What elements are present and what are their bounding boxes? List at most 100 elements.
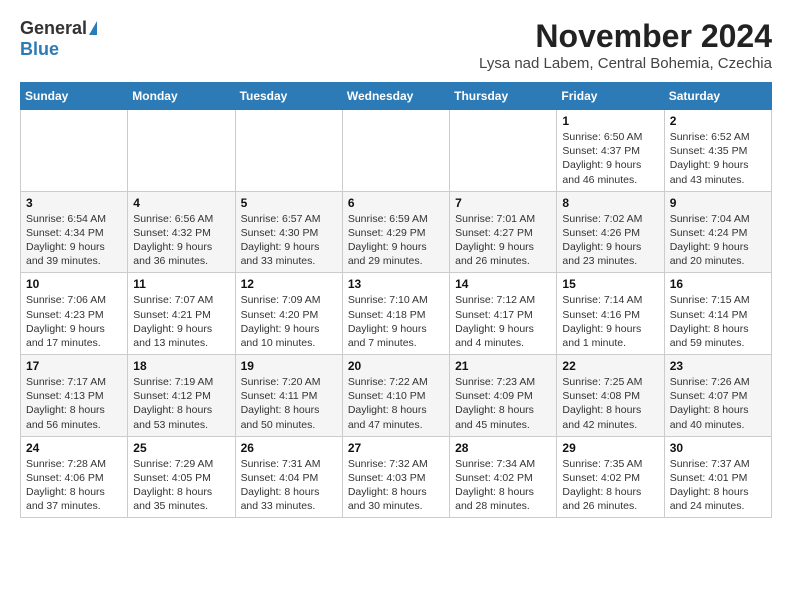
subtitle: Lysa nad Labem, Central Bohemia, Czechia: [479, 55, 772, 72]
day-info: Sunrise: 7:23 AM Sunset: 4:09 PM Dayligh…: [455, 375, 551, 432]
day-number: 29: [562, 441, 658, 455]
day-number: 8: [562, 196, 658, 210]
day-info: Sunrise: 7:12 AM Sunset: 4:17 PM Dayligh…: [455, 293, 551, 350]
calendar-cell: 16 Sunrise: 7:15 AM Sunset: 4:14 PM Dayli…: [664, 273, 771, 355]
calendar-cell: 5 Sunrise: 6:57 AM Sunset: 4:30 PM Daylig…: [235, 191, 342, 273]
day-info: Sunrise: 7:29 AM Sunset: 4:05 PM Dayligh…: [133, 457, 229, 514]
title-section: November 2024 Lysa nad Labem, Central Bo…: [479, 18, 772, 72]
calendar-cell: 28 Sunrise: 7:34 AM Sunset: 4:02 PM Dayli…: [450, 436, 557, 518]
calendar-week-4: 17 Sunrise: 7:17 AM Sunset: 4:13 PM Dayli…: [21, 355, 772, 437]
day-info: Sunrise: 7:17 AM Sunset: 4:13 PM Dayligh…: [26, 375, 122, 432]
day-number: 6: [348, 196, 444, 210]
page: General Blue November 2024 Lysa nad Labe…: [0, 0, 792, 528]
day-info: Sunrise: 7:09 AM Sunset: 4:20 PM Dayligh…: [241, 293, 337, 350]
day-info: Sunrise: 7:10 AM Sunset: 4:18 PM Dayligh…: [348, 293, 444, 350]
calendar-cell: 6Sunrise: 6:59 AM Sunset: 4:29 PM Daylig…: [342, 191, 449, 273]
day-number: 3: [26, 196, 122, 210]
header: General Blue November 2024 Lysa nad Labe…: [20, 18, 772, 72]
day-info: Sunrise: 6:57 AM Sunset: 4:30 PM Dayligh…: [241, 212, 337, 269]
calendar-cell: 21 Sunrise: 7:23 AM Sunset: 4:09 PM Dayli…: [450, 355, 557, 437]
day-number: 23: [670, 359, 766, 373]
day-number: 22: [562, 359, 658, 373]
day-info: Sunrise: 7:07 AM Sunset: 4:21 PM Dayligh…: [133, 293, 229, 350]
day-info: Sunrise: 6:52 AM Sunset: 4:35 PM Dayligh…: [670, 130, 766, 187]
logo-general: General: [20, 18, 87, 39]
calendar-cell: [128, 110, 235, 192]
day-info: Sunrise: 6:50 AM Sunset: 4:37 PM Dayligh…: [562, 130, 658, 187]
day-info: Sunrise: 7:26 AM Sunset: 4:07 PM Dayligh…: [670, 375, 766, 432]
calendar-cell: 26 Sunrise: 7:31 AM Sunset: 4:04 PM Dayli…: [235, 436, 342, 518]
day-number: 13: [348, 277, 444, 291]
calendar-cell: 3 Sunrise: 6:54 AM Sunset: 4:34 PM Daylig…: [21, 191, 128, 273]
day-number: 9: [670, 196, 766, 210]
day-info: Sunrise: 7:06 AM Sunset: 4:23 PM Dayligh…: [26, 293, 122, 350]
calendar-cell: 17 Sunrise: 7:17 AM Sunset: 4:13 PM Dayli…: [21, 355, 128, 437]
calendar-cell: [450, 110, 557, 192]
calendar-cell: 20 Sunrise: 7:22 AM Sunset: 4:10 PM Dayli…: [342, 355, 449, 437]
logo-icon: [89, 21, 97, 35]
day-number: 27: [348, 441, 444, 455]
day-number: 10: [26, 277, 122, 291]
day-number: 16: [670, 277, 766, 291]
header-saturday: Saturday: [664, 83, 771, 110]
day-info: Sunrise: 7:01 AM Sunset: 4:27 PM Dayligh…: [455, 212, 551, 269]
calendar-cell: 4 Sunrise: 6:56 AM Sunset: 4:32 PM Daylig…: [128, 191, 235, 273]
calendar-cell: 1 Sunrise: 6:50 AM Sunset: 4:37 PM Daylig…: [557, 110, 664, 192]
calendar-cell: 27 Sunrise: 7:32 AM Sunset: 4:03 PM Dayli…: [342, 436, 449, 518]
calendar-cell: 29Sunrise: 7:35 AM Sunset: 4:02 PM Dayli…: [557, 436, 664, 518]
day-number: 30: [670, 441, 766, 455]
calendar-cell: 23 Sunrise: 7:26 AM Sunset: 4:07 PM Dayli…: [664, 355, 771, 437]
logo: General Blue: [20, 18, 97, 60]
day-number: 5: [241, 196, 337, 210]
calendar-cell: 7 Sunrise: 7:01 AM Sunset: 4:27 PM Daylig…: [450, 191, 557, 273]
calendar-cell: 18 Sunrise: 7:19 AM Sunset: 4:12 PM Dayli…: [128, 355, 235, 437]
day-info: Sunrise: 6:56 AM Sunset: 4:32 PM Dayligh…: [133, 212, 229, 269]
calendar-cell: 24Sunrise: 7:28 AM Sunset: 4:06 PM Dayli…: [21, 436, 128, 518]
calendar-cell: 8Sunrise: 7:02 AM Sunset: 4:26 PM Daylig…: [557, 191, 664, 273]
calendar-week-2: 3 Sunrise: 6:54 AM Sunset: 4:34 PM Daylig…: [21, 191, 772, 273]
day-info: Sunrise: 7:15 AM Sunset: 4:14 PM Dayligh…: [670, 293, 766, 350]
day-info: Sunrise: 7:31 AM Sunset: 4:04 PM Dayligh…: [241, 457, 337, 514]
day-info: Sunrise: 7:20 AM Sunset: 4:11 PM Dayligh…: [241, 375, 337, 432]
day-number: 20: [348, 359, 444, 373]
calendar-cell: 9 Sunrise: 7:04 AM Sunset: 4:24 PM Daylig…: [664, 191, 771, 273]
calendar-cell: [342, 110, 449, 192]
calendar-week-1: 1 Sunrise: 6:50 AM Sunset: 4:37 PM Daylig…: [21, 110, 772, 192]
calendar: Sunday Monday Tuesday Wednesday Thursday…: [20, 82, 772, 518]
calendar-cell: [235, 110, 342, 192]
day-number: 18: [133, 359, 229, 373]
day-number: 7: [455, 196, 551, 210]
day-info: Sunrise: 7:22 AM Sunset: 4:10 PM Dayligh…: [348, 375, 444, 432]
day-number: 14: [455, 277, 551, 291]
day-info: Sunrise: 7:25 AM Sunset: 4:08 PM Dayligh…: [562, 375, 658, 432]
header-wednesday: Wednesday: [342, 83, 449, 110]
calendar-header-row: Sunday Monday Tuesday Wednesday Thursday…: [21, 83, 772, 110]
day-number: 21: [455, 359, 551, 373]
day-number: 26: [241, 441, 337, 455]
day-number: 15: [562, 277, 658, 291]
day-number: 11: [133, 277, 229, 291]
day-number: 28: [455, 441, 551, 455]
header-tuesday: Tuesday: [235, 83, 342, 110]
main-title: November 2024: [479, 18, 772, 55]
day-number: 25: [133, 441, 229, 455]
calendar-cell: 15Sunrise: 7:14 AM Sunset: 4:16 PM Dayli…: [557, 273, 664, 355]
day-info: Sunrise: 7:37 AM Sunset: 4:01 PM Dayligh…: [670, 457, 766, 514]
day-info: Sunrise: 6:54 AM Sunset: 4:34 PM Dayligh…: [26, 212, 122, 269]
day-number: 17: [26, 359, 122, 373]
calendar-cell: [21, 110, 128, 192]
calendar-week-5: 24Sunrise: 7:28 AM Sunset: 4:06 PM Dayli…: [21, 436, 772, 518]
day-number: 2: [670, 114, 766, 128]
day-info: Sunrise: 7:32 AM Sunset: 4:03 PM Dayligh…: [348, 457, 444, 514]
day-number: 4: [133, 196, 229, 210]
day-info: Sunrise: 7:19 AM Sunset: 4:12 PM Dayligh…: [133, 375, 229, 432]
calendar-cell: 12Sunrise: 7:09 AM Sunset: 4:20 PM Dayli…: [235, 273, 342, 355]
header-monday: Monday: [128, 83, 235, 110]
day-info: Sunrise: 7:28 AM Sunset: 4:06 PM Dayligh…: [26, 457, 122, 514]
calendar-cell: 22 Sunrise: 7:25 AM Sunset: 4:08 PM Dayli…: [557, 355, 664, 437]
day-info: Sunrise: 7:04 AM Sunset: 4:24 PM Dayligh…: [670, 212, 766, 269]
calendar-cell: 13 Sunrise: 7:10 AM Sunset: 4:18 PM Dayli…: [342, 273, 449, 355]
day-info: Sunrise: 7:34 AM Sunset: 4:02 PM Dayligh…: [455, 457, 551, 514]
calendar-cell: 19Sunrise: 7:20 AM Sunset: 4:11 PM Dayli…: [235, 355, 342, 437]
day-number: 1: [562, 114, 658, 128]
